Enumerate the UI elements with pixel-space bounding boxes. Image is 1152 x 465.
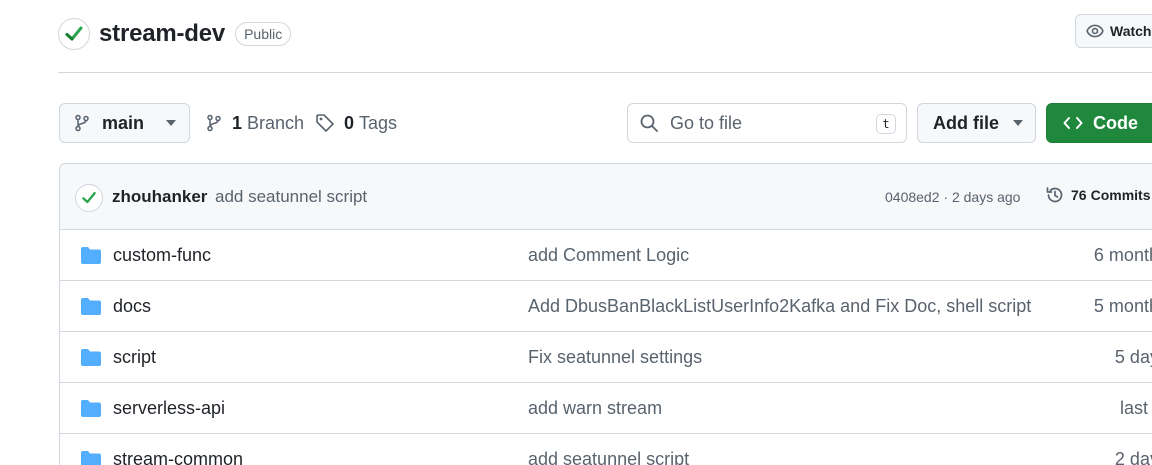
add-file-label: Add file xyxy=(933,112,999,133)
file-commit-message[interactable]: add seatunnel script xyxy=(528,449,689,465)
commit-author-avatar[interactable] xyxy=(75,184,103,212)
search-input[interactable] xyxy=(668,111,858,135)
folder-icon xyxy=(81,349,101,366)
folder-icon xyxy=(81,451,101,465)
file-commit-message[interactable]: add Comment Logic xyxy=(528,245,689,266)
file-commit-message[interactable]: Fix seatunnel settings xyxy=(528,347,702,368)
branch-icon xyxy=(75,114,89,132)
branch-selector-button[interactable]: main xyxy=(59,103,190,143)
repo-avatar[interactable] xyxy=(58,18,90,50)
eye-icon xyxy=(1086,24,1104,38)
file-commit-age: last month xyxy=(1119,398,1152,418)
latest-commit-bar: zhouhanker add seatunnel script 0408ed2 … xyxy=(60,164,1152,230)
visibility-badge: Public xyxy=(235,22,292,46)
search-icon xyxy=(640,114,658,132)
chevron-down-icon xyxy=(166,120,177,126)
code-label: Code xyxy=(1093,112,1138,133)
commits-label: Commits xyxy=(1090,187,1151,203)
branches-link[interactable]: 1 Branch xyxy=(206,103,304,143)
branch-label: main xyxy=(102,112,145,133)
tags-text: 0 Tags xyxy=(344,113,397,134)
check-icon xyxy=(82,192,96,204)
commit-hash-and-time[interactable]: 0408ed2 · 2 days ago xyxy=(885,189,1020,205)
branches-text: 1 Branch xyxy=(232,113,304,134)
folder-icon xyxy=(81,247,101,264)
chevron-down-icon xyxy=(1013,120,1023,126)
code-icon xyxy=(1063,117,1083,129)
history-icon xyxy=(1046,187,1063,203)
repo-header: stream-dev Public xyxy=(58,16,292,52)
branches-label: Branch xyxy=(247,112,305,133)
file-commit-age: 5 months ago xyxy=(1093,296,1152,316)
watch-button[interactable]: Watch xyxy=(1075,14,1152,48)
commits-count: 76 xyxy=(1071,187,1087,203)
table-row[interactable]: script Fix seatunnel settings 5 days ago xyxy=(60,332,1152,383)
commits-history-link[interactable]: 76 Commits xyxy=(1045,185,1150,205)
add-file-button[interactable]: Add file xyxy=(917,103,1036,143)
code-button[interactable]: Code xyxy=(1046,103,1152,143)
file-table: zhouhanker add seatunnel script 0408ed2 … xyxy=(59,163,1152,465)
repo-page: stream-dev Public Watch main 1 Branch 0 … xyxy=(0,0,1152,465)
table-row[interactable]: serverless-api add warn stream last mont… xyxy=(60,383,1152,434)
commit-message[interactable]: add seatunnel script xyxy=(215,187,367,207)
tags-link[interactable]: 0 Tags xyxy=(315,103,397,143)
header-divider xyxy=(58,72,1152,73)
file-commit-age: 2 days ago xyxy=(1114,449,1152,465)
check-icon xyxy=(65,26,83,41)
file-name[interactable]: stream-common xyxy=(113,449,243,465)
folder-icon xyxy=(81,400,101,417)
table-row[interactable]: docs Add DbusBanBlackListUserInfo2Kafka … xyxy=(60,281,1152,332)
folder-icon xyxy=(81,298,101,315)
go-to-file-search[interactable]: t xyxy=(627,103,907,143)
file-name[interactable]: script xyxy=(113,347,156,368)
file-name[interactable]: serverless-api xyxy=(113,398,225,419)
repo-name[interactable]: stream-dev xyxy=(99,20,225,48)
watch-label: Watch xyxy=(1110,23,1152,39)
commit-author[interactable]: zhouhanker xyxy=(112,187,207,207)
file-commit-message[interactable]: add warn stream xyxy=(528,398,662,419)
branches-count: 1 xyxy=(232,112,243,133)
file-name[interactable]: docs xyxy=(113,296,151,317)
file-commit-age: 5 days ago xyxy=(1114,347,1152,367)
branch-icon xyxy=(207,114,221,132)
file-commit-message[interactable]: Add DbusBanBlackListUserInfo2Kafka and F… xyxy=(528,296,1031,317)
shortcut-hint: t xyxy=(876,114,896,134)
tags-count: 0 xyxy=(344,112,355,133)
table-row[interactable]: custom-func add Comment Logic 6 months a… xyxy=(60,230,1152,281)
tags-label: Tags xyxy=(359,112,398,133)
file-commit-age: 6 months ago xyxy=(1093,245,1152,265)
table-row[interactable]: stream-common add seatunnel script 2 day… xyxy=(60,434,1152,465)
tag-icon xyxy=(316,114,334,132)
file-name[interactable]: custom-func xyxy=(113,245,211,266)
